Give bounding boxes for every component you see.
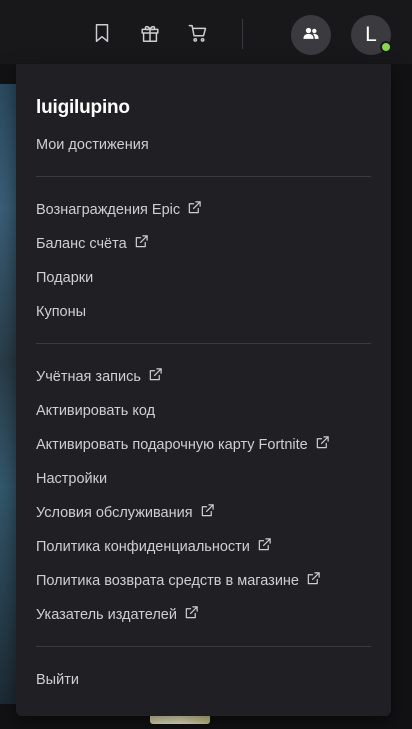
menu-item[interactable]: Указатель издателей xyxy=(36,603,199,627)
menu-item[interactable]: Активировать подарочную карту Fortnite xyxy=(36,433,330,457)
menu-item[interactable]: Купоны xyxy=(36,300,86,324)
menu-item[interactable]: Политика возврата средств в магазине xyxy=(36,569,321,593)
bookmark-icon[interactable] xyxy=(90,21,114,45)
menu-item[interactable]: Активировать код xyxy=(36,399,155,423)
online-status-indicator xyxy=(380,41,392,53)
menu-item[interactable]: Условия обслуживания xyxy=(36,501,215,525)
toolbar-separator xyxy=(242,19,243,49)
avatar-letter: L xyxy=(365,23,377,46)
friends-button[interactable] xyxy=(291,15,331,55)
menu-item-label: Условия обслуживания xyxy=(36,505,193,521)
menu-divider xyxy=(36,646,371,647)
menu-divider xyxy=(36,176,371,177)
menu-item[interactable]: Настройки xyxy=(36,467,107,491)
background-game-art xyxy=(0,84,16,704)
external-link-icon xyxy=(134,234,149,249)
menu-item-label: Политика возврата средств в магазине xyxy=(36,573,299,589)
external-link-icon xyxy=(315,435,330,450)
user-avatar-button[interactable]: L xyxy=(351,15,392,55)
external-link-icon xyxy=(306,571,321,586)
menu-item-achievements[interactable]: Мои достижения xyxy=(36,133,149,157)
menu-divider xyxy=(36,343,371,344)
menu-item-label: Указатель издателей xyxy=(36,607,177,623)
menu-item-label: Баланс счёта xyxy=(36,236,127,252)
menu-item-label: Политика конфиденциальности xyxy=(36,539,250,555)
menu-item[interactable]: Вознаграждения Epic xyxy=(36,198,202,222)
username: luigilupino xyxy=(36,97,130,118)
menu-item-label: Вознаграждения Epic xyxy=(36,202,181,218)
menu-item-label: Активировать код xyxy=(36,403,156,419)
menu-item[interactable]: Учётная запись xyxy=(36,365,163,389)
menu-item-label: Купоны xyxy=(36,304,87,320)
menu-item[interactable]: Политика конфиденциальности xyxy=(36,535,272,559)
menu-item-label: Подарки xyxy=(36,270,94,286)
gift-icon[interactable] xyxy=(138,21,162,45)
menu-item-label: Активировать подарочную карту Fortnite xyxy=(36,437,308,453)
external-link-icon xyxy=(184,605,199,620)
external-link-icon xyxy=(148,367,163,382)
external-link-icon xyxy=(187,200,202,215)
friends-icon xyxy=(301,23,321,48)
account-dropdown-menu: luigilupino Мои достижения Вознаграждени… xyxy=(16,64,391,716)
external-link-icon xyxy=(257,537,272,552)
menu-item-signout[interactable]: Выйти xyxy=(36,668,79,692)
menu-item-label: Настройки xyxy=(36,471,108,487)
cart-icon[interactable] xyxy=(186,21,210,45)
menu-item[interactable]: Баланс счёта xyxy=(36,232,149,256)
menu-item-label: Учётная запись xyxy=(36,369,141,385)
top-navigation-bar: L xyxy=(0,0,412,64)
menu-item[interactable]: Подарки xyxy=(36,266,93,290)
external-link-icon xyxy=(200,503,215,518)
